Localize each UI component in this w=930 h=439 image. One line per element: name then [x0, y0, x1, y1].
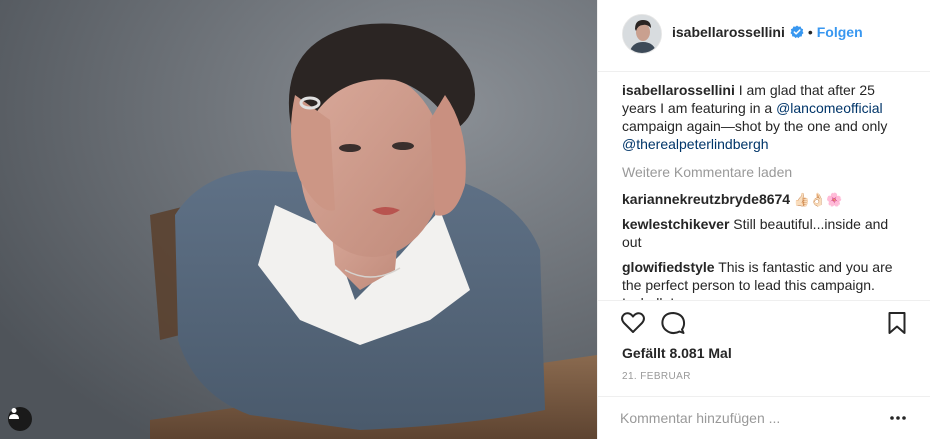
- comment-item: kewlestchikever Still beautiful...inside…: [622, 215, 910, 251]
- header-row: isabellarossellini • Folgen: [672, 24, 863, 40]
- comment-username[interactable]: kewlestchikever: [622, 216, 729, 232]
- mention-link[interactable]: @therealpeterlindbergh: [622, 136, 769, 152]
- like-count[interactable]: Gefällt 8.081 Mal: [622, 345, 732, 361]
- avatar[interactable]: [622, 14, 662, 54]
- caption-username[interactable]: isabellarossellini: [622, 82, 735, 98]
- username-link[interactable]: isabellarossellini: [672, 24, 785, 40]
- mention-link[interactable]: @lancomeofficial: [776, 100, 883, 116]
- post-photo[interactable]: [0, 0, 597, 439]
- comment-item: glowifiedstyle This is fantastic and you…: [622, 258, 910, 300]
- follow-button[interactable]: Folgen: [817, 24, 863, 40]
- comment-username[interactable]: kariannekreutzbryde8674: [622, 191, 790, 207]
- caption: isabellarossellini I am glad that after …: [622, 81, 910, 153]
- ellipsis-icon[interactable]: [888, 409, 908, 427]
- comment-item: kariannekreutzbryde8674 👍🏻👌🏻🌸: [622, 190, 910, 209]
- comment-input[interactable]: [620, 407, 880, 429]
- post-date[interactable]: 21. FEBRUAR: [622, 371, 691, 382]
- caption-text: campaign again—shot by the one and only: [622, 118, 888, 134]
- load-more-comments-button[interactable]: Weitere Kommentare laden: [622, 164, 792, 180]
- post-details-panel: isabellarossellini • Folgen isabellaross…: [597, 0, 930, 439]
- add-comment-bar: [598, 396, 930, 439]
- comment-username[interactable]: glowifiedstyle: [622, 259, 715, 275]
- action-bar: [598, 308, 930, 340]
- verified-badge-icon: [790, 25, 804, 39]
- portrait-image: [0, 0, 597, 439]
- comments-list[interactable]: isabellarossellini I am glad that after …: [598, 73, 930, 301]
- post-header: isabellarossellini • Folgen: [598, 0, 930, 72]
- bookmark-icon[interactable]: [884, 310, 910, 336]
- comment-text: 👍🏻👌🏻🌸: [790, 192, 843, 207]
- heart-icon[interactable]: [620, 310, 646, 336]
- comment-icon[interactable]: [660, 310, 686, 336]
- separator-dot: •: [807, 24, 813, 40]
- person-icon[interactable]: [8, 407, 32, 431]
